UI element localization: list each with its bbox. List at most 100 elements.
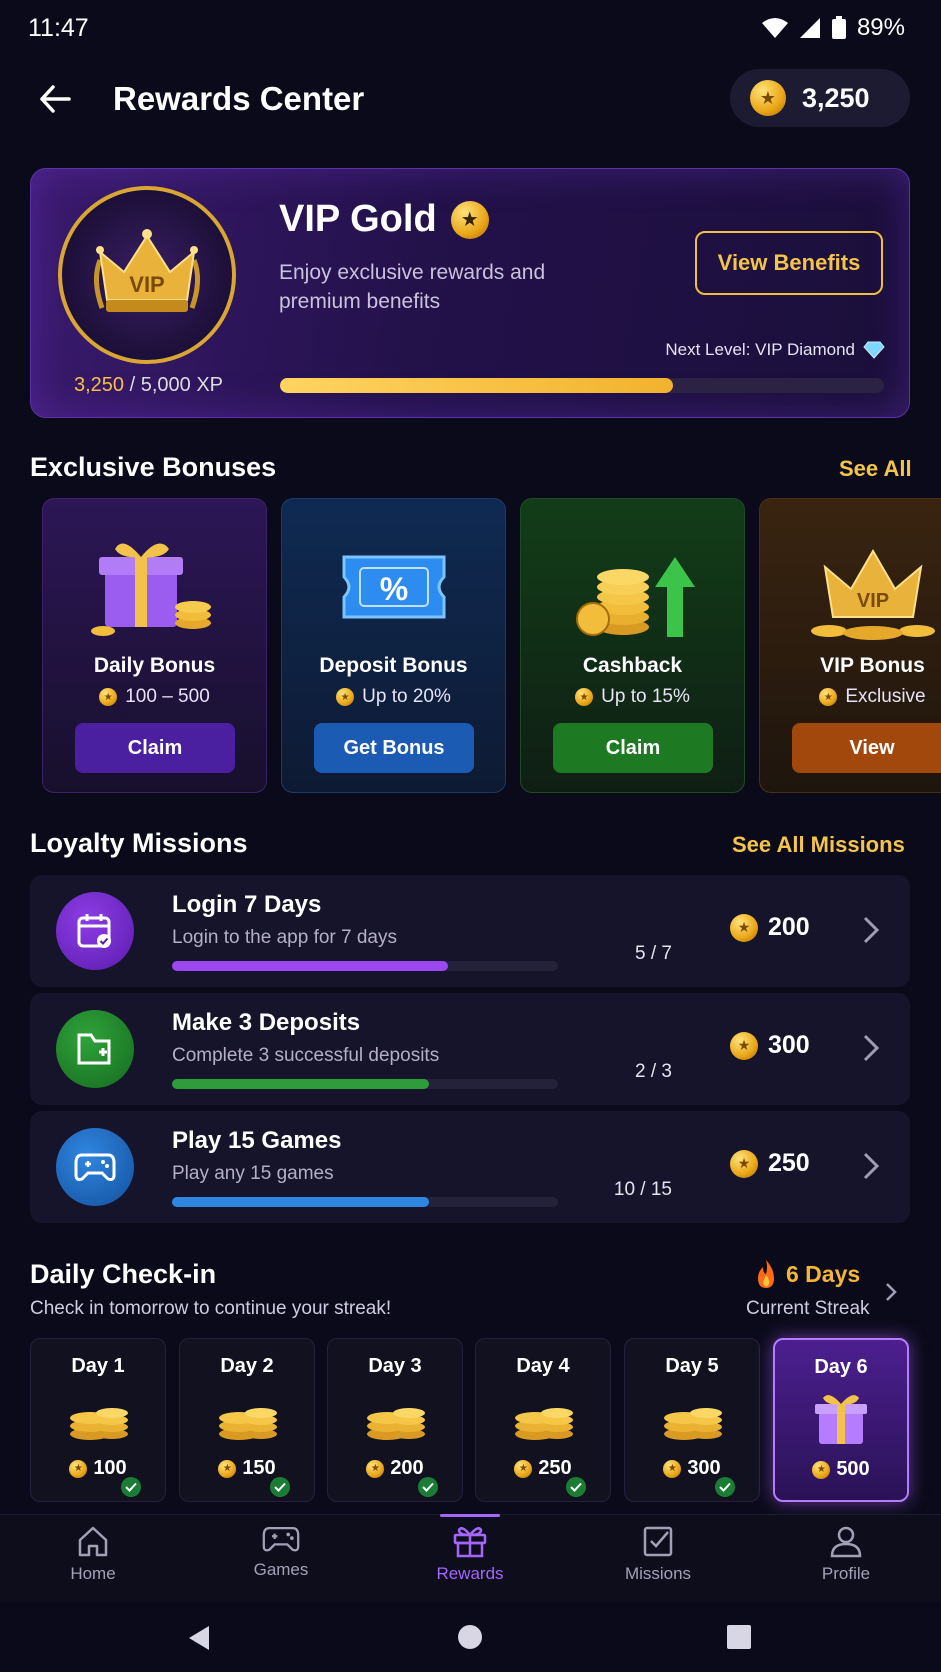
mission-reward: ★ 200 [730, 913, 810, 942]
bonuses-see-all-link[interactable]: See All [839, 456, 912, 482]
nav-games[interactable]: Games [206, 1524, 356, 1600]
checkin-day-card[interactable]: Day 1 ★ 100 [30, 1338, 166, 1502]
checkin-day-amount: ★ 200 [328, 1457, 462, 1480]
bonus-card-daily[interactable]: Daily Bonus ★ 100 – 500 Claim [42, 498, 267, 793]
get-deposit-bonus-button[interactable]: Get Bonus [314, 723, 474, 773]
checkin-day-amount: ★ 150 [180, 1457, 314, 1480]
bonus-name: Daily Bonus [93, 654, 216, 677]
checkin-day-label: Day 1 [71, 1355, 125, 1377]
system-back-icon[interactable] [187, 1624, 211, 1652]
next-level: Next Level: VIP Diamond [665, 340, 885, 360]
svg-text:%: % [379, 571, 407, 607]
chevron-right-icon[interactable] [862, 1151, 880, 1181]
coin-stack-icon [31, 1387, 165, 1447]
bonus-card-vip[interactable]: VIP VIP Bonus ★ Exclusive View [759, 498, 941, 793]
mission-reward-value: 250 [768, 1149, 810, 1177]
vip-title: VIP Gold ★ [279, 198, 489, 241]
checkin-day-card[interactable]: Day 5 ★ 300 [624, 1338, 760, 1502]
nav-rewards[interactable]: Rewards [395, 1524, 545, 1600]
mission-row[interactable]: Login 7 Days Login to the app for 7 days… [30, 875, 910, 987]
vip-progress-fill [280, 378, 673, 393]
system-home-icon[interactable] [457, 1624, 483, 1650]
svg-text:VIP: VIP [856, 590, 888, 612]
vip-title-text: VIP Gold [279, 198, 437, 240]
missions-see-all-link[interactable]: See All Missions [732, 832, 905, 858]
coin-stack-icon [328, 1387, 462, 1447]
streak-count[interactable]: 6 Days [754, 1259, 860, 1289]
missions-title: Loyalty Missions [30, 828, 248, 858]
mission-reward: ★ 250 [730, 1149, 810, 1178]
back-button[interactable] [30, 76, 80, 122]
vip-xp: 3,250 / 5,000 XP [74, 374, 223, 397]
checklist-icon [643, 1526, 673, 1557]
mission-progress-fill [172, 1079, 430, 1089]
mission-row[interactable]: Play 15 Games Play any 15 games 10 / 15 … [30, 1111, 910, 1223]
mission-title: Make 3 Deposits [172, 1009, 361, 1036]
bonus-amount-text: Exclusive [845, 686, 926, 707]
active-tab-indicator [440, 1514, 500, 1517]
nav-label: Games [253, 1560, 309, 1579]
gamepad-icon [56, 1128, 134, 1206]
battery-percent: 89% [856, 14, 905, 41]
coin-icon: ★ [336, 688, 355, 706]
streak-days: 6 Days [786, 1260, 861, 1287]
nav-label: Home [70, 1564, 116, 1583]
coin-balance[interactable]: ★ 3,250 [730, 69, 910, 127]
mission-reward: ★ 300 [730, 1031, 810, 1060]
checkin-day-card[interactable]: Day 3 ★ 200 [327, 1338, 463, 1502]
check-icon [566, 1477, 586, 1497]
coin-stack-icon [625, 1387, 759, 1447]
bonus-card-deposit[interactable]: % Deposit Bonus ★ Up to 20% Get Bonus [281, 498, 506, 793]
coin-icon: ★ [750, 80, 786, 116]
home-icon [78, 1526, 108, 1557]
calendar-check-icon [56, 892, 134, 970]
wallet-plus-icon [56, 1010, 134, 1088]
checkin-day-amount: ★ 250 [476, 1457, 610, 1480]
status-indicators: 89% [761, 14, 905, 42]
coins-arrow-icon [521, 527, 744, 647]
claim-daily-bonus-button[interactable]: Claim [75, 723, 235, 773]
bonus-card-cashback[interactable]: Cashback ★ Up to 15% Claim [520, 498, 745, 793]
checkin-day-amount-value: 200 [390, 1457, 424, 1479]
coin-icon: ★ [218, 1459, 237, 1478]
checkin-day-card[interactable]: Day 6 ★ 500 [773, 1338, 909, 1502]
mission-progress-track [172, 1079, 558, 1089]
nav-missions[interactable]: Missions [583, 1524, 733, 1600]
gift-icon [43, 527, 266, 647]
checkin-day-amount-value: 500 [836, 1458, 870, 1480]
nav-label: Rewards [436, 1564, 504, 1583]
signal-icon [799, 18, 820, 38]
check-icon [715, 1477, 735, 1497]
vip-xp-current: 3,250 [74, 374, 125, 396]
status-time: 11:47 [28, 14, 89, 42]
vip-subtitle: Enjoy exclusive rewards and premium bene… [279, 261, 546, 313]
claim-cashback-button[interactable]: Claim [553, 723, 713, 773]
system-recents-icon[interactable] [727, 1625, 751, 1649]
nav-profile[interactable]: Profile [771, 1524, 921, 1600]
mission-count: 2 / 3 [635, 1061, 672, 1082]
next-level-label: Next Level: VIP Diamond [665, 340, 855, 359]
mission-count: 10 / 15 [613, 1179, 672, 1200]
checkin-day-amount: ★ 100 [31, 1457, 165, 1480]
view-benefits-button[interactable]: View Benefits [695, 231, 883, 295]
coin-icon: ★ [514, 1459, 533, 1478]
coin-icon: ★ [730, 1031, 758, 1060]
checkin-day-label: Day 6 [814, 1356, 868, 1378]
chevron-right-icon[interactable] [862, 915, 880, 945]
mission-progress-fill [172, 961, 448, 971]
wifi-icon [761, 18, 788, 38]
coin-icon: ★ [819, 688, 838, 706]
status-bar: 11:47 89% [0, 0, 941, 56]
chevron-right-icon[interactable] [862, 1033, 880, 1063]
checkin-day-card[interactable]: Day 4 ★ 250 [475, 1338, 611, 1502]
view-vip-bonus-button[interactable]: View [792, 723, 941, 773]
bonus-amount: ★ 100 – 500 [43, 686, 266, 708]
chevron-right-icon[interactable] [885, 1282, 897, 1302]
system-nav-bar [0, 1602, 941, 1672]
mission-desc: Complete 3 successful deposits [172, 1045, 440, 1066]
nav-home[interactable]: Home [18, 1524, 168, 1600]
check-icon [418, 1477, 438, 1497]
checkin-day-card[interactable]: Day 2 ★ 150 [179, 1338, 315, 1502]
bonuses-title: Exclusive Bonuses [30, 452, 277, 482]
mission-row[interactable]: Make 3 Deposits Complete 3 successful de… [30, 993, 910, 1105]
